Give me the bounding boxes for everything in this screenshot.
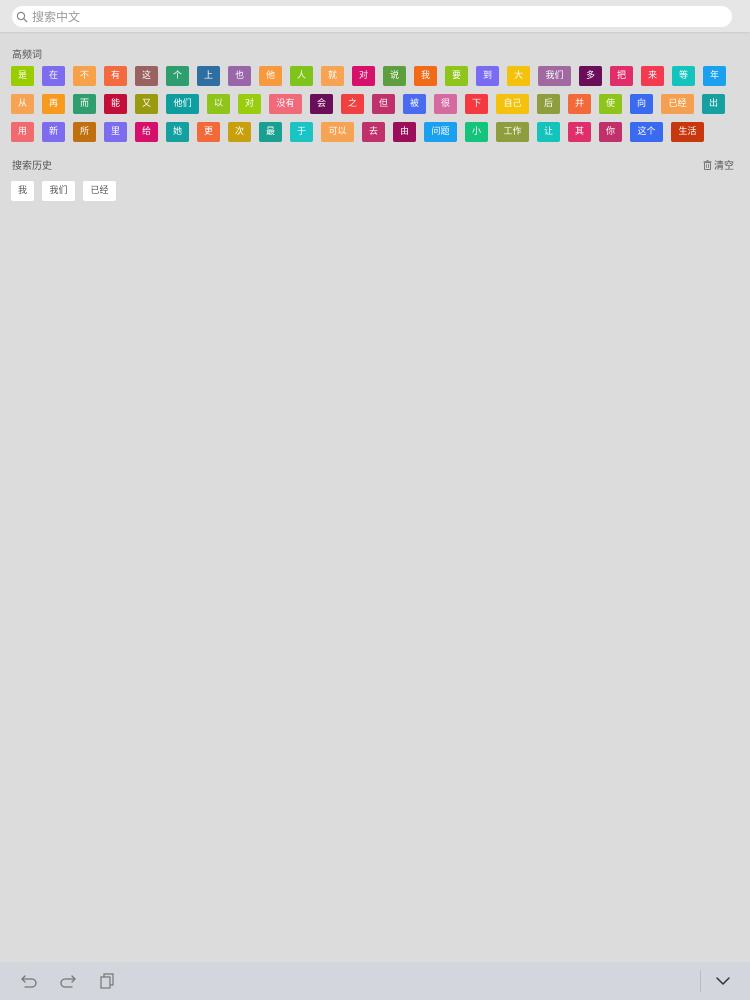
hot-word-tag[interactable]: 后 bbox=[537, 94, 560, 114]
hot-word-tag[interactable]: 能 bbox=[104, 94, 127, 114]
hot-word-tag[interactable]: 人 bbox=[290, 66, 313, 86]
hot-word-tag[interactable]: 说 bbox=[383, 66, 406, 86]
hot-word-tag[interactable]: 这 bbox=[135, 66, 158, 86]
hot-word-tag[interactable]: 而 bbox=[73, 94, 96, 114]
hot-word-tag[interactable]: 使 bbox=[599, 94, 622, 114]
hot-word-tag[interactable]: 次 bbox=[228, 122, 251, 142]
hot-word-tag[interactable]: 我们 bbox=[538, 66, 571, 86]
hot-word-tag[interactable]: 很 bbox=[434, 94, 457, 114]
hot-word-tag[interactable]: 问题 bbox=[424, 122, 457, 142]
toolbar-divider bbox=[700, 970, 701, 992]
hot-word-tag[interactable]: 以 bbox=[207, 94, 230, 114]
hot-word-tag[interactable]: 这个 bbox=[630, 122, 663, 142]
hot-word-tag[interactable]: 新 bbox=[42, 122, 65, 142]
keyboard-toolbar bbox=[0, 962, 750, 1000]
hot-word-tag[interactable]: 多 bbox=[579, 66, 602, 86]
hot-word-tag[interactable]: 并 bbox=[568, 94, 591, 114]
hot-word-tag[interactable]: 对 bbox=[352, 66, 375, 86]
hot-word-tag[interactable]: 个 bbox=[166, 66, 189, 86]
hot-word-tag[interactable]: 已经 bbox=[661, 94, 694, 114]
undo-button[interactable] bbox=[19, 971, 39, 991]
hot-word-tag[interactable]: 所 bbox=[73, 122, 96, 142]
hot-word-tag[interactable]: 可以 bbox=[321, 122, 354, 142]
hot-word-tag[interactable]: 等 bbox=[672, 66, 695, 86]
hot-word-tag[interactable]: 用 bbox=[11, 122, 34, 142]
hot-word-tag[interactable]: 但 bbox=[372, 94, 395, 114]
hot-word-tag[interactable]: 不 bbox=[73, 66, 96, 86]
chevron-down-icon bbox=[716, 977, 730, 985]
hot-words-row-1: 是在不有这个上也他人就对说我要到大我们多把来等年 bbox=[11, 66, 741, 86]
hot-word-tag[interactable]: 工作 bbox=[496, 122, 529, 142]
hot-word-tag[interactable]: 你 bbox=[599, 122, 622, 142]
hot-word-tag[interactable]: 就 bbox=[321, 66, 344, 86]
undo-icon bbox=[21, 975, 37, 988]
hot-word-tag[interactable]: 要 bbox=[445, 66, 468, 86]
paste-button[interactable] bbox=[97, 971, 117, 991]
hot-word-tag[interactable]: 有 bbox=[104, 66, 127, 86]
hot-word-tag[interactable]: 里 bbox=[104, 122, 127, 142]
hot-word-tag[interactable]: 更 bbox=[197, 122, 220, 142]
hot-word-tag[interactable]: 被 bbox=[403, 94, 426, 114]
dismiss-keyboard-button[interactable] bbox=[713, 971, 733, 991]
redo-icon bbox=[60, 975, 76, 988]
hot-word-tag[interactable]: 其 bbox=[568, 122, 591, 142]
hot-word-tag[interactable]: 是 bbox=[11, 66, 34, 86]
hot-word-tag[interactable]: 年 bbox=[703, 66, 726, 86]
search-input[interactable] bbox=[30, 9, 672, 24]
hot-word-tag[interactable]: 对 bbox=[238, 94, 261, 114]
hot-word-tag[interactable]: 给 bbox=[135, 122, 158, 142]
history-title: 搜索历史 bbox=[12, 161, 52, 172]
hot-word-tag[interactable]: 之 bbox=[341, 94, 364, 114]
search-bar bbox=[0, 0, 750, 32]
hot-word-tag[interactable]: 自己 bbox=[496, 94, 529, 114]
history-item[interactable]: 我们 bbox=[42, 181, 75, 201]
hot-word-tag[interactable]: 到 bbox=[476, 66, 499, 86]
hot-words-title: 高频词 bbox=[12, 50, 42, 61]
hot-word-tag[interactable]: 再 bbox=[42, 94, 65, 114]
hot-word-tag[interactable]: 向 bbox=[630, 94, 653, 114]
hot-words-row-2: 从再而能又他们以对没有会之但被很下自己后并使向已经出 bbox=[11, 94, 741, 114]
hot-word-tag[interactable]: 把 bbox=[610, 66, 633, 86]
hot-word-tag[interactable]: 我 bbox=[414, 66, 437, 86]
hot-words-list: 是在不有这个上也他人就对说我要到大我们多把来等年 从再而能又他们以对没有会之但被… bbox=[11, 66, 741, 150]
hot-word-tag[interactable]: 会 bbox=[310, 94, 333, 114]
hot-word-tag[interactable]: 由 bbox=[393, 122, 416, 142]
hot-word-tag[interactable]: 小 bbox=[465, 122, 488, 142]
hot-word-tag[interactable]: 让 bbox=[537, 122, 560, 142]
redo-button[interactable] bbox=[58, 971, 78, 991]
hot-word-tag[interactable]: 最 bbox=[259, 122, 282, 142]
hot-word-tag[interactable]: 她 bbox=[166, 122, 189, 142]
hot-word-tag[interactable]: 下 bbox=[465, 94, 488, 114]
history-item[interactable]: 我 bbox=[11, 181, 34, 201]
hot-word-tag[interactable]: 大 bbox=[507, 66, 530, 86]
hot-word-tag[interactable]: 又 bbox=[135, 94, 158, 114]
hot-word-tag[interactable]: 去 bbox=[362, 122, 385, 142]
hot-word-tag[interactable]: 于 bbox=[290, 122, 313, 142]
hot-word-tag[interactable]: 生活 bbox=[671, 122, 704, 142]
hot-word-tag[interactable]: 从 bbox=[11, 94, 34, 114]
clear-history-label: 清空 bbox=[714, 161, 734, 172]
hot-word-tag[interactable]: 上 bbox=[197, 66, 220, 86]
history-item[interactable]: 已经 bbox=[83, 181, 116, 201]
hot-word-tag[interactable]: 他们 bbox=[166, 94, 199, 114]
search-icon bbox=[16, 11, 28, 22]
search-box[interactable] bbox=[12, 6, 732, 27]
clipboard-icon bbox=[100, 973, 114, 989]
hot-word-tag[interactable]: 也 bbox=[228, 66, 251, 86]
hot-words-row-3: 用新所里给她更次最于可以去由问题小工作让其你这个 生活 bbox=[11, 122, 741, 142]
hot-word-tag[interactable]: 没有 bbox=[269, 94, 302, 114]
clear-history-button[interactable]: 清空 bbox=[703, 157, 734, 172]
hot-word-tag[interactable]: 在 bbox=[42, 66, 65, 86]
hot-word-tag[interactable]: 他 bbox=[259, 66, 282, 86]
trash-icon bbox=[703, 159, 712, 170]
hot-word-tag[interactable]: 出 bbox=[702, 94, 725, 114]
hot-word-tag[interactable]: 来 bbox=[641, 66, 664, 86]
